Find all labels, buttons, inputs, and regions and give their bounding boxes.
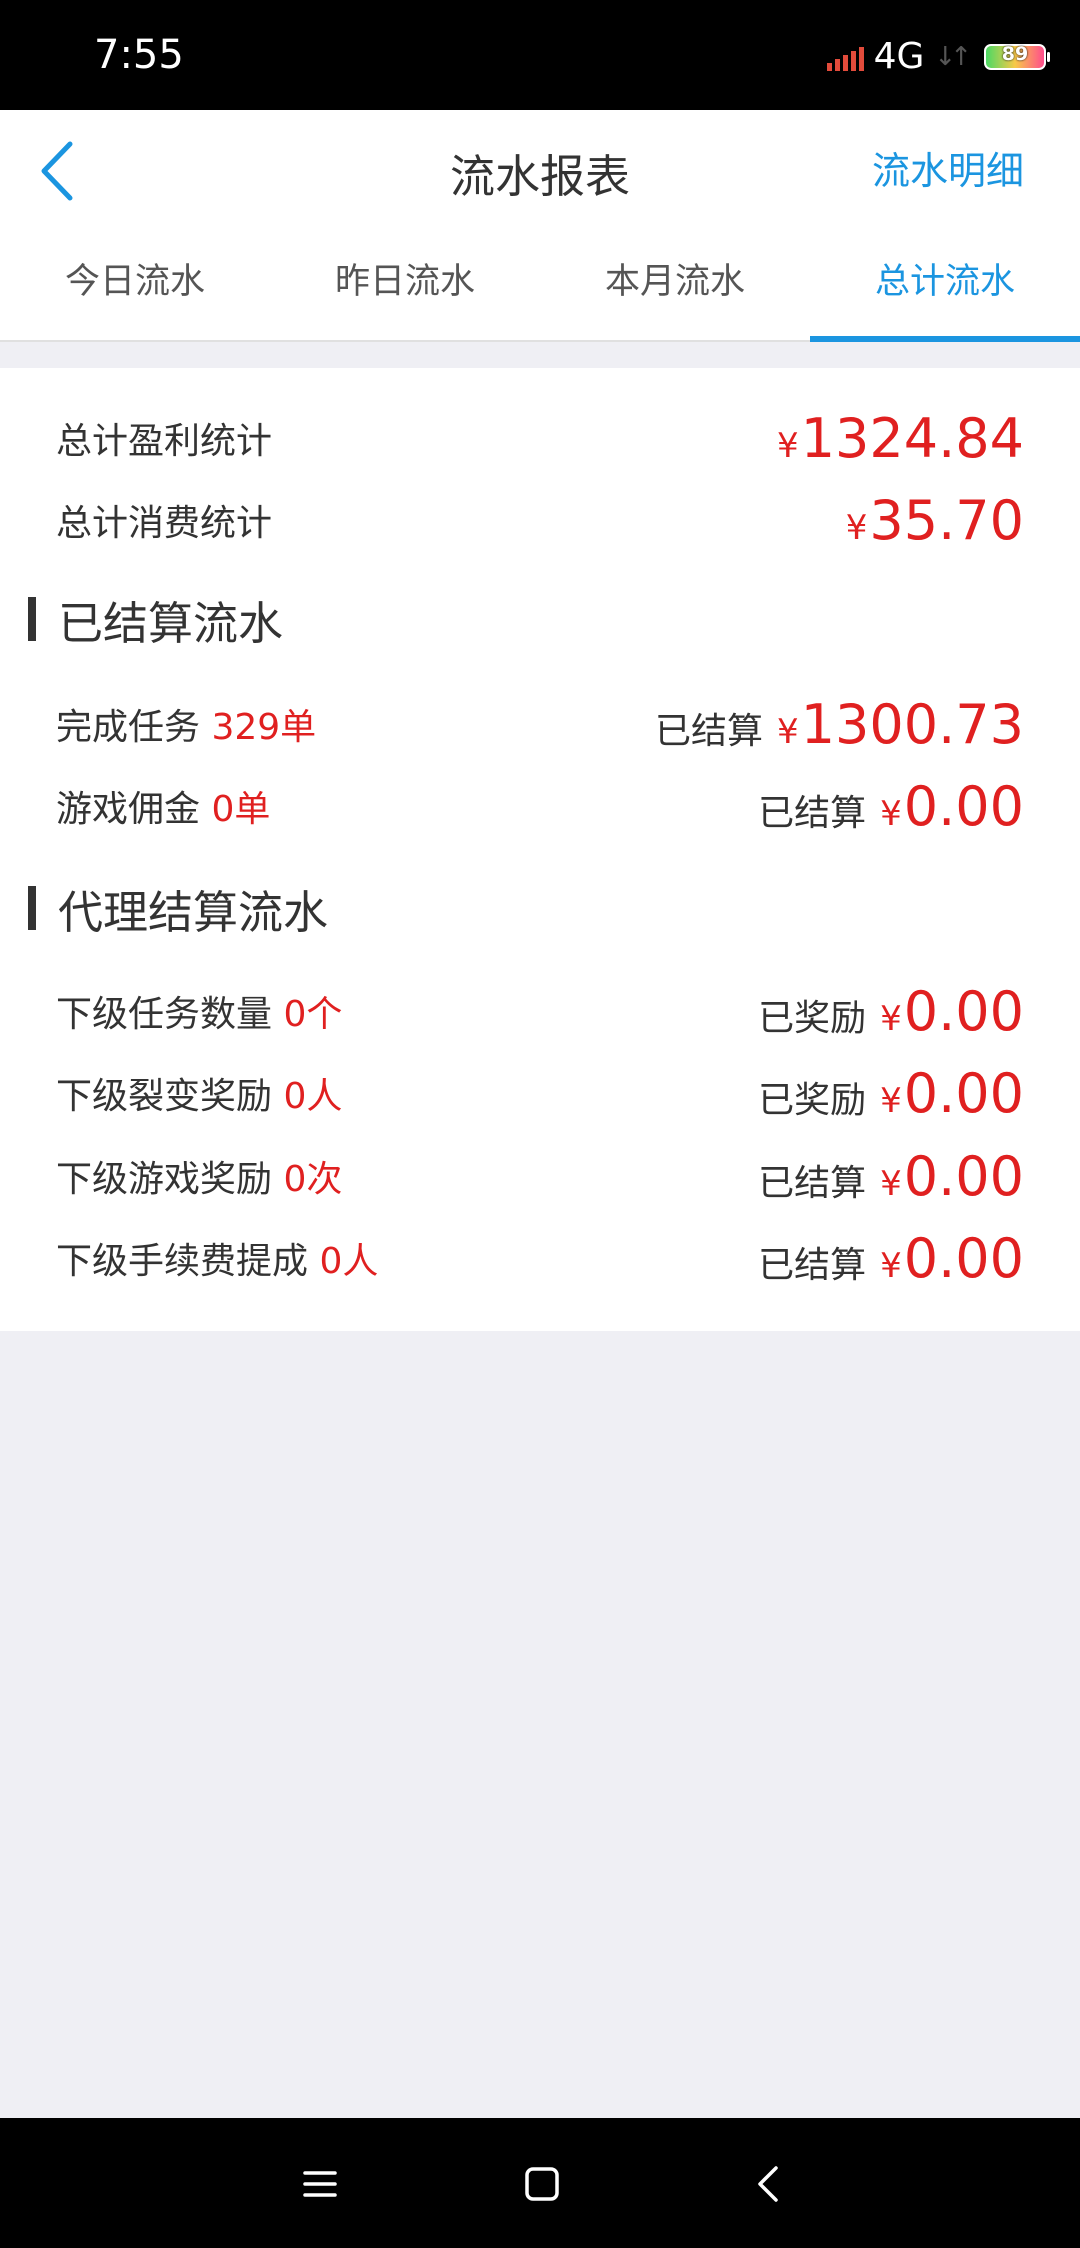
- currency-symbol: ¥: [880, 1163, 902, 1204]
- list-item: 下级手续费提成 0人 已结算 ¥ 0.00: [56, 1223, 1024, 1293]
- section-marker: [28, 597, 36, 641]
- item-count: 0次: [283, 1159, 343, 1200]
- agent-section-title: 代理结算流水: [28, 878, 329, 939]
- item-label-wrap: 下级任务数量 0个: [56, 985, 342, 1037]
- section-marker: [28, 886, 36, 930]
- list-item: 完成任务 329单 已结算 ¥ 1300.73: [56, 689, 1024, 759]
- status-indicators: 4G ↓↑ 89: [826, 36, 1050, 77]
- list-item: 下级裂变奖励 0人 已奖励 ¥ 0.00: [56, 1058, 1024, 1128]
- section-title-text: 代理结算流水: [58, 885, 329, 939]
- item-label: 下级任务数量: [56, 994, 273, 1035]
- list-item: 下级游戏奖励 0次 已结算 ¥ 0.00: [56, 1141, 1024, 1211]
- list-item: 游戏佣金 0单 已结算 ¥ 0.00: [56, 771, 1024, 841]
- consumption-summary-row: 总计消费统计 ¥ 35.70: [56, 485, 1024, 555]
- currency-symbol: ¥: [845, 507, 868, 548]
- item-label: 完成任务: [56, 707, 201, 748]
- signal-icon: [826, 43, 864, 71]
- item-status: 已结算: [758, 1162, 867, 1204]
- home-icon[interactable]: [518, 2160, 566, 2208]
- item-label-wrap: 完成任务 329单: [56, 698, 316, 750]
- item-status: 已奖励: [758, 997, 867, 1039]
- tab-this-month[interactable]: 本月流水: [540, 230, 810, 340]
- currency-symbol: ¥: [777, 425, 799, 466]
- profit-label: 总计盈利统计: [56, 421, 273, 462]
- back-icon[interactable]: [746, 2160, 794, 2208]
- currency-symbol: ¥: [880, 1245, 902, 1286]
- profit-amount: 1324.84: [800, 406, 1024, 470]
- item-count: 329单: [211, 707, 317, 748]
- item-status: 已奖励: [758, 1079, 867, 1121]
- tab-yesterday[interactable]: 昨日流水: [270, 230, 540, 340]
- item-count: 0个: [283, 994, 343, 1035]
- battery-level: 89: [1001, 42, 1029, 65]
- tab-today[interactable]: 今日流水: [0, 230, 270, 340]
- item-amount: 1300.73: [800, 692, 1024, 756]
- currency-symbol: ¥: [880, 998, 902, 1039]
- consumption-amount: 35.70: [869, 488, 1024, 552]
- menu-icon[interactable]: [296, 2160, 344, 2208]
- currency-symbol: ¥: [777, 711, 799, 752]
- item-amount: 0.00: [903, 1061, 1024, 1125]
- flow-detail-link[interactable]: 流水明细: [872, 140, 1024, 195]
- item-status: 已结算: [758, 1244, 867, 1286]
- item-amount: 0.00: [903, 774, 1024, 838]
- item-count: 0人: [319, 1241, 379, 1282]
- item-label: 下级游戏奖励: [56, 1159, 273, 1200]
- item-amount: 0.00: [903, 1144, 1024, 1208]
- item-label-wrap: 下级裂变奖励 0人: [56, 1067, 342, 1119]
- item-label-wrap: 下级游戏奖励 0次: [56, 1150, 342, 1202]
- item-label: 下级手续费提成: [56, 1241, 309, 1282]
- item-count: 0人: [283, 1076, 343, 1117]
- item-status: 已结算: [655, 710, 764, 752]
- currency-symbol: ¥: [880, 793, 902, 834]
- item-label: 游戏佣金: [56, 789, 201, 830]
- item-status: 已结算: [758, 792, 867, 834]
- system-nav-bar: [0, 2118, 1080, 2248]
- settled-section-title: 已结算流水: [28, 589, 284, 650]
- currency-symbol: ¥: [880, 1080, 902, 1121]
- data-arrows-icon: ↓↑: [934, 41, 971, 72]
- tab-total[interactable]: 总计流水: [810, 230, 1080, 342]
- item-label-wrap: 游戏佣金 0单: [56, 780, 270, 832]
- nav-header: 流水报表 流水明细: [0, 110, 1080, 230]
- network-type: 4G: [873, 36, 925, 77]
- status-time: 7:55: [94, 32, 184, 78]
- item-label-wrap: 下级手续费提成 0人: [56, 1232, 378, 1284]
- list-item: 下级任务数量 0个 已奖励 ¥ 0.00: [56, 976, 1024, 1046]
- item-count: 0单: [211, 789, 271, 830]
- section-title-text: 已结算流水: [58, 596, 284, 650]
- period-tabs: 今日流水 昨日流水 本月流水 总计流水: [0, 230, 1080, 342]
- status-bar: 7:55 4G ↓↑ 89: [0, 0, 1080, 110]
- battery-icon: 89: [984, 42, 1050, 70]
- report-content: 总计盈利统计 ¥ 1324.84 总计消费统计 ¥ 35.70 已结算流水 完成…: [0, 368, 1080, 1331]
- item-amount: 0.00: [903, 979, 1024, 1043]
- item-amount: 0.00: [903, 1226, 1024, 1290]
- item-label: 下级裂变奖励: [56, 1076, 273, 1117]
- consumption-label: 总计消费统计: [56, 503, 273, 544]
- profit-summary-row: 总计盈利统计 ¥ 1324.84: [56, 403, 1024, 473]
